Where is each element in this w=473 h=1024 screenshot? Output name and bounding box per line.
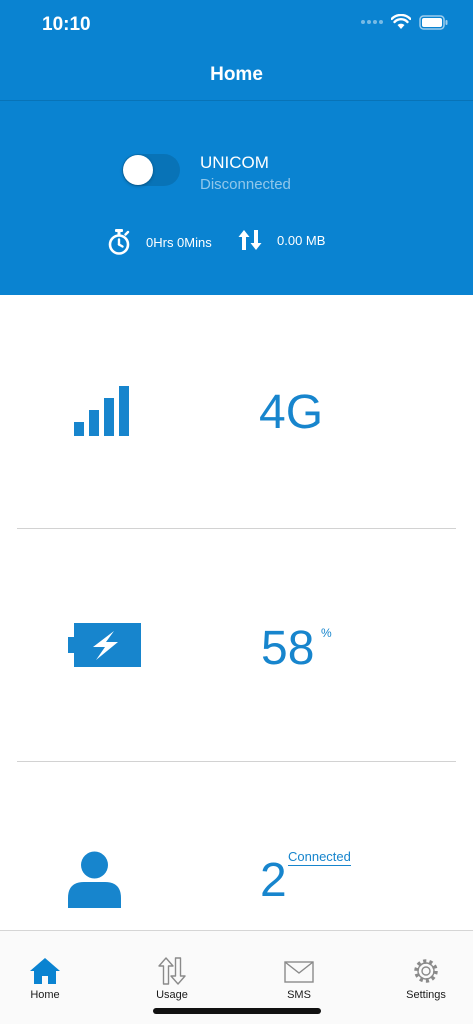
- connected-devices-link[interactable]: Connected: [288, 849, 351, 866]
- envelope-icon: [284, 961, 314, 983]
- cellular-signal-icon: [361, 20, 383, 24]
- battery-row: 58 %: [0, 529, 473, 761]
- home-indicator: [153, 1008, 321, 1014]
- tab-label: SMS: [287, 989, 311, 1001]
- stopwatch-icon: [108, 229, 130, 255]
- device-battery-icon: [419, 14, 448, 30]
- tab-label: Usage: [156, 989, 188, 1001]
- updown-arrows-icon: [158, 957, 186, 985]
- wifi-icon: [391, 14, 411, 29]
- data-usage: 0.00 MB: [237, 228, 325, 252]
- duration-value: 0Hrs 0Mins: [146, 234, 212, 250]
- home-icon: [30, 958, 60, 984]
- battery-level: 58: [261, 622, 315, 675]
- carrier-name: UNICOM: [200, 153, 269, 172]
- tab-icon-wrap: [113, 957, 231, 987]
- connection-toggle[interactable]: [122, 154, 180, 186]
- network-row: 4G: [0, 295, 473, 528]
- header-panel: 10:10 Home UNICOM Disconnected 0Hrs 0Min…: [0, 0, 473, 295]
- tab-home[interactable]: Home: [0, 931, 104, 1011]
- tab-label: Home: [30, 989, 60, 1001]
- battery-unit: %: [321, 626, 332, 640]
- tab-label: Settings: [406, 989, 446, 1001]
- data-usage-value: 0.00 MB: [277, 232, 326, 248]
- tab-icon-wrap: [0, 957, 104, 987]
- battery-charging-icon: [68, 623, 141, 667]
- connection-duration: 0Hrs 0Mins: [106, 228, 212, 256]
- gear-icon: [414, 959, 438, 983]
- tab-usage[interactable]: Usage: [113, 931, 231, 1011]
- devices-row: 2 Connected: [0, 762, 473, 930]
- signal-bars-icon: [74, 386, 129, 436]
- connected-count: 2: [260, 854, 287, 907]
- status-icons: [361, 14, 449, 30]
- nav-divider: [0, 100, 473, 101]
- page-title: Home: [210, 64, 263, 85]
- transfer-arrows-icon: [238, 230, 262, 250]
- toggle-knob: [123, 155, 153, 185]
- tab-sms[interactable]: SMS: [240, 931, 358, 1011]
- status-time: 10:10: [42, 14, 91, 35]
- network-type: 4G: [259, 386, 324, 439]
- tab-icon-wrap: [367, 957, 473, 987]
- status-bar: 10:10: [0, 0, 473, 52]
- connection-status: Disconnected: [200, 176, 291, 193]
- person-icon: [68, 851, 121, 908]
- tab-settings[interactable]: Settings: [367, 931, 473, 1011]
- tab-icon-wrap: [240, 957, 358, 987]
